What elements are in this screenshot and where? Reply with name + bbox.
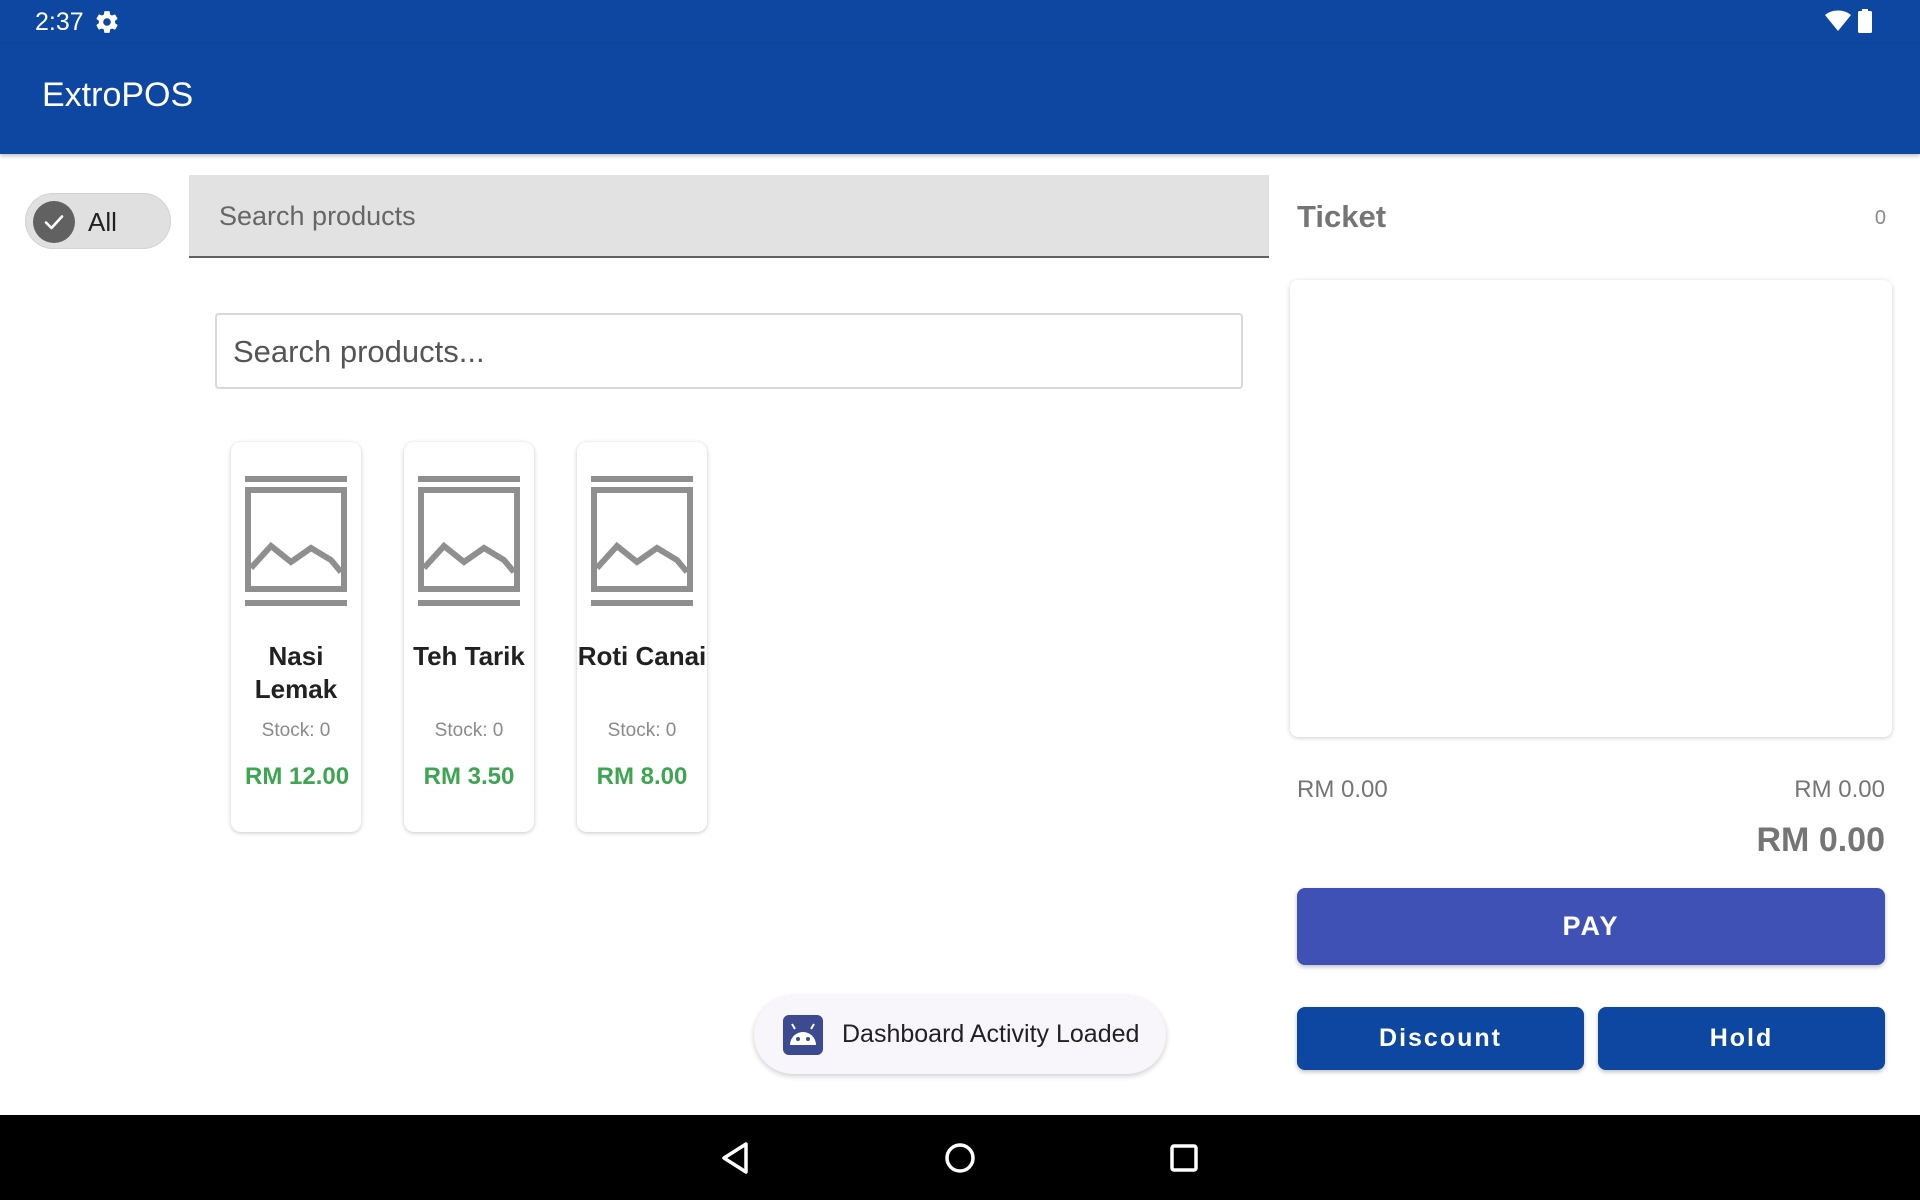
product-price: RM 3.50 xyxy=(423,763,515,790)
settings-icon xyxy=(96,11,118,33)
product-name: Roti Canai xyxy=(577,641,707,671)
ticket-items-list[interactable] xyxy=(1290,280,1892,737)
search-products-outlined-field[interactable] xyxy=(215,313,1243,389)
product-stock: Stock: 0 xyxy=(261,720,331,741)
product-price: RM 12.00 xyxy=(245,763,350,790)
product-price: RM 8.00 xyxy=(596,763,688,790)
discount-button[interactable]: Discount xyxy=(1297,1007,1584,1070)
image-placeholder-icon xyxy=(245,476,347,606)
ticket-item-count: 0 xyxy=(1874,207,1886,229)
navigation-bar xyxy=(0,1115,1920,1200)
image-placeholder-icon xyxy=(591,476,693,606)
product-stock: Stock: 0 xyxy=(434,720,504,741)
status-bar: 2:37 xyxy=(0,0,1920,44)
toast-message: Dashboard Activity Loaded xyxy=(754,996,1166,1074)
pay-button[interactable]: PAY xyxy=(1297,888,1885,965)
app-title: ExtroPOS xyxy=(42,76,194,114)
product-name: Teh Tarik xyxy=(413,641,525,671)
product-card-roti-canai[interactable]: Roti Canai Stock: 0 RM 8.00 xyxy=(577,442,707,832)
ticket-title: Ticket xyxy=(1297,199,1387,234)
android-icon xyxy=(783,1015,823,1055)
recents-icon[interactable] xyxy=(1165,1139,1203,1177)
product-card-nasi-lemak[interactable]: Nasi Lemak Stock: 0 RM 12.00 xyxy=(231,442,361,832)
category-chip-all[interactable]: All xyxy=(25,193,171,249)
search-products-input[interactable] xyxy=(217,195,1221,237)
image-placeholder-icon xyxy=(418,476,520,606)
battery-icon xyxy=(1858,9,1872,33)
back-icon[interactable] xyxy=(717,1139,755,1177)
subtotal-amount-right: RM 0.00 xyxy=(1794,776,1885,803)
app-bar: ExtroPOS xyxy=(0,44,1920,154)
check-icon xyxy=(33,201,75,243)
wifi-icon xyxy=(1825,10,1851,31)
product-card-teh-tarik[interactable]: Teh Tarik Stock: 0 RM 3.50 xyxy=(404,442,534,832)
total-amount: RM 0.00 xyxy=(1756,821,1886,859)
search-products-field[interactable] xyxy=(189,175,1269,258)
hold-button[interactable]: Hold xyxy=(1598,1007,1885,1070)
chip-label: All xyxy=(88,207,117,237)
product-name: Nasi Lemak xyxy=(254,641,338,704)
product-stock: Stock: 0 xyxy=(607,720,677,741)
status-time: 2:37 xyxy=(35,8,84,36)
search-products-outlined-input[interactable] xyxy=(231,331,1225,373)
home-icon[interactable] xyxy=(941,1139,979,1177)
toast-text: Dashboard Activity Loaded xyxy=(842,1020,1140,1048)
subtotal-amount-left: RM 0.00 xyxy=(1297,776,1388,803)
